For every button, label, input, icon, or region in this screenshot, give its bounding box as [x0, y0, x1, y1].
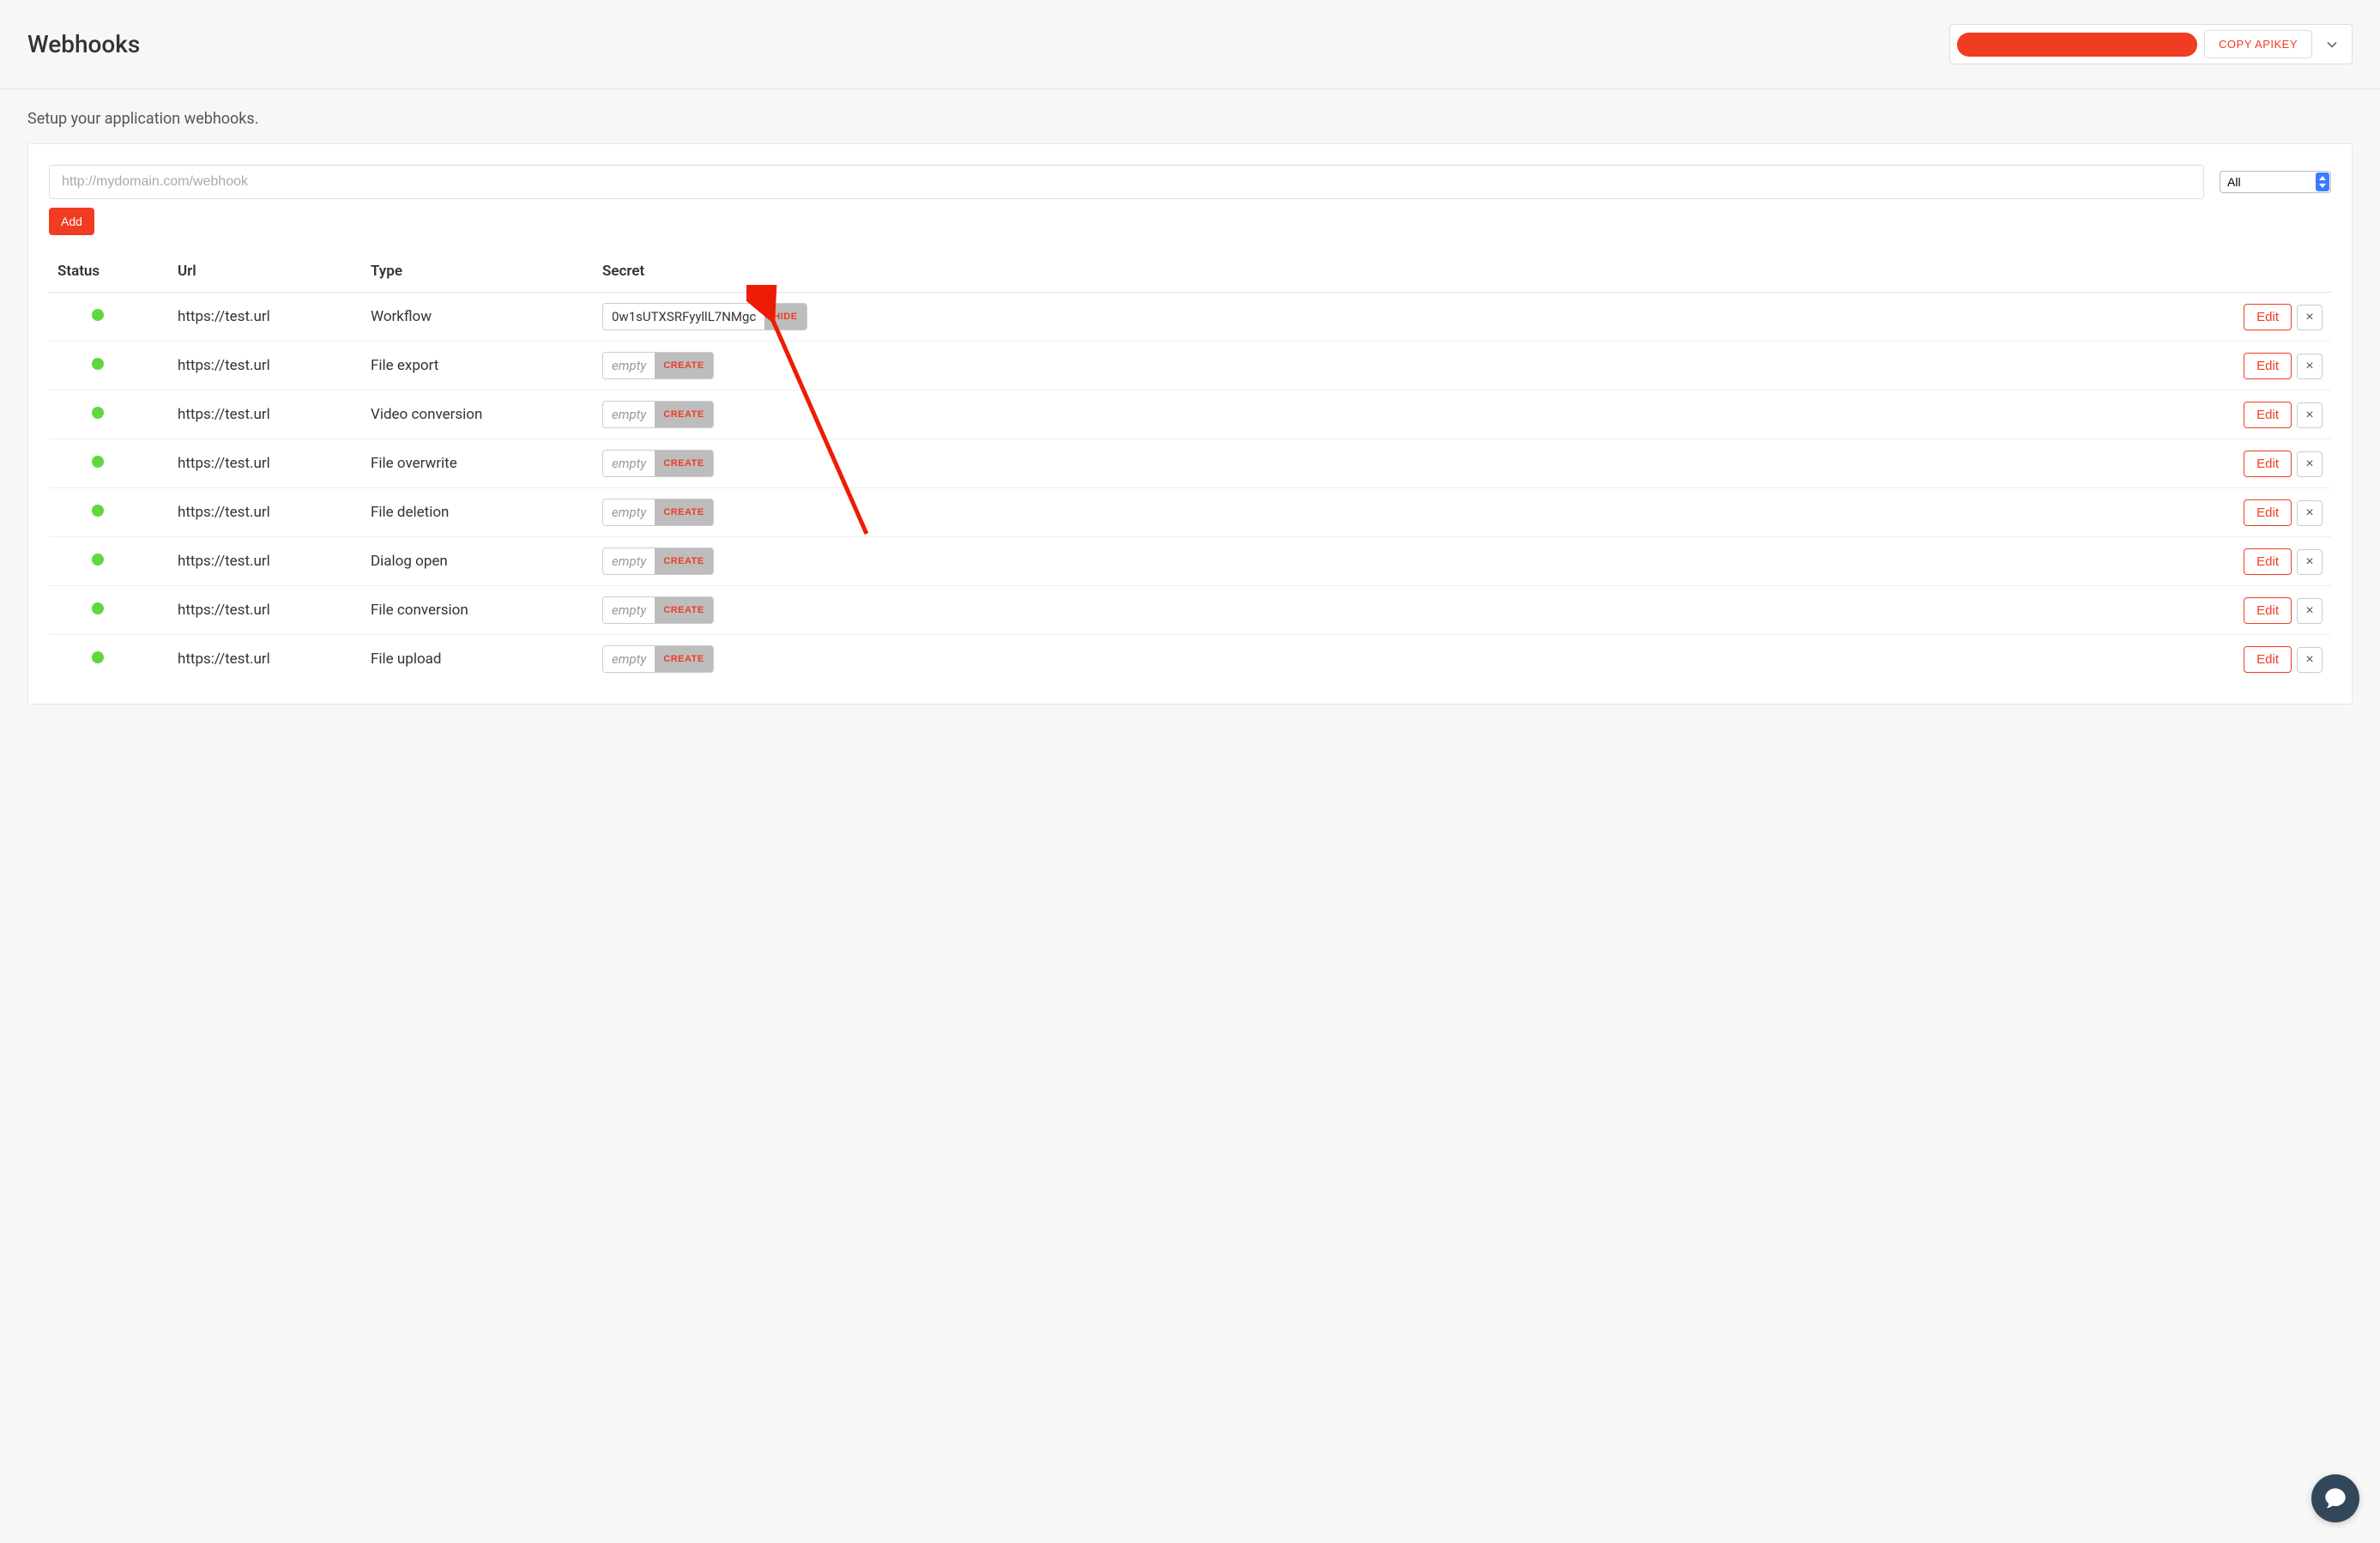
create-secret-button[interactable]: CREATE	[655, 402, 712, 427]
secret-group: emptyCREATE	[602, 596, 714, 624]
table-row: https://test.urlDialog open emptyCREATE Ed…	[49, 537, 2331, 586]
delete-button[interactable]: ×	[2297, 549, 2323, 575]
apikey-masked-pill	[1957, 33, 2197, 57]
row-url: https://test.url	[169, 293, 362, 342]
edit-button[interactable]: Edit	[2244, 499, 2292, 526]
secret-group: emptyCREATE	[602, 548, 714, 575]
row-url: https://test.url	[169, 586, 362, 635]
status-dot	[92, 407, 104, 419]
row-type: Video conversion	[362, 390, 594, 439]
col-type: Type	[362, 251, 594, 293]
chat-icon	[2323, 1486, 2347, 1510]
edit-button[interactable]: Edit	[2244, 597, 2292, 624]
edit-button[interactable]: Edit	[2244, 402, 2292, 428]
create-secret-button[interactable]: CREATE	[655, 353, 712, 378]
col-secret: Secret	[594, 251, 2194, 293]
secret-value: empty	[603, 402, 655, 427]
secret-group: emptyCREATE	[602, 352, 714, 379]
col-status: Status	[49, 251, 169, 293]
row-type: File upload	[362, 635, 594, 684]
secret-value: empty	[603, 646, 655, 672]
status-dot	[92, 505, 104, 517]
webhook-url-input[interactable]	[49, 165, 2204, 199]
row-type: File overwrite	[362, 439, 594, 488]
secret-value: 0w1sUTXSRFyyllL7NMgc	[603, 304, 764, 330]
row-type: File deletion	[362, 488, 594, 537]
create-secret-button[interactable]: CREATE	[655, 597, 712, 623]
edit-button[interactable]: Edit	[2244, 646, 2292, 673]
col-url: Url	[169, 251, 362, 293]
status-dot	[92, 309, 104, 321]
apikey-group: COPY APIKEY	[1949, 24, 2353, 64]
delete-button[interactable]: ×	[2297, 451, 2323, 477]
row-type: File conversion	[362, 586, 594, 635]
table-row: https://test.urlFile conversion emptyCREA…	[49, 586, 2331, 635]
status-dot	[92, 554, 104, 566]
delete-button[interactable]: ×	[2297, 305, 2323, 330]
edit-button[interactable]: Edit	[2244, 353, 2292, 379]
table-row: https://test.urlFile export emptyCREATE Ed…	[49, 342, 2331, 390]
create-secret-button[interactable]: CREATE	[655, 646, 712, 672]
secret-value: empty	[603, 548, 655, 574]
table-row: https://test.urlWorkflow 0w1sUTXSRFyyllL7…	[49, 293, 2331, 342]
delete-button[interactable]: ×	[2297, 647, 2323, 673]
copy-apikey-button[interactable]: COPY APIKEY	[2204, 30, 2312, 58]
webhooks-card: All Add Status Url Type Secret https://t…	[27, 143, 2353, 705]
secret-group: emptyCREATE	[602, 401, 714, 428]
table-row: https://test.urlFile deletion emptyCREATE…	[49, 488, 2331, 537]
page-subtitle: Setup your application webhooks.	[0, 89, 2380, 143]
row-type: Dialog open	[362, 537, 594, 586]
secret-group: emptyCREATE	[602, 645, 714, 673]
hide-secret-button[interactable]: HIDE	[764, 304, 806, 330]
create-secret-button[interactable]: CREATE	[655, 548, 712, 574]
secret-value: empty	[603, 597, 655, 623]
secret-value: empty	[603, 353, 655, 378]
edit-button[interactable]: Edit	[2244, 304, 2292, 330]
status-dot	[92, 651, 104, 663]
chevron-down-icon	[2327, 41, 2337, 48]
webhook-type-select[interactable]: All	[2220, 171, 2331, 193]
row-url: https://test.url	[169, 439, 362, 488]
delete-button[interactable]: ×	[2297, 354, 2323, 379]
secret-group: emptyCREATE	[602, 499, 714, 526]
webhooks-table: Status Url Type Secret https://test.urlW…	[49, 251, 2331, 683]
page-title: Webhooks	[27, 30, 140, 58]
edit-button[interactable]: Edit	[2244, 451, 2292, 477]
table-row: https://test.urlFile upload emptyCREATE Ed…	[49, 635, 2331, 684]
row-type: Workflow	[362, 293, 594, 342]
delete-button[interactable]: ×	[2297, 402, 2323, 428]
edit-button[interactable]: Edit	[2244, 548, 2292, 575]
row-url: https://test.url	[169, 537, 362, 586]
row-url: https://test.url	[169, 342, 362, 390]
add-button[interactable]: Add	[49, 208, 94, 235]
secret-group: emptyCREATE	[602, 450, 714, 477]
row-type: File export	[362, 342, 594, 390]
chat-widget-button[interactable]	[2311, 1474, 2359, 1522]
row-url: https://test.url	[169, 390, 362, 439]
table-row: https://test.urlVideo conversion emptyCRE…	[49, 390, 2331, 439]
apikey-dropdown-toggle[interactable]	[2319, 41, 2345, 48]
create-secret-button[interactable]: CREATE	[655, 499, 712, 525]
secret-group: 0w1sUTXSRFyyllL7NMgcHIDE	[602, 303, 807, 330]
row-url: https://test.url	[169, 488, 362, 537]
row-url: https://test.url	[169, 635, 362, 684]
table-row: https://test.urlFile overwrite emptyCREAT…	[49, 439, 2331, 488]
status-dot	[92, 456, 104, 468]
secret-value: empty	[603, 451, 655, 476]
secret-value: empty	[603, 499, 655, 525]
delete-button[interactable]: ×	[2297, 500, 2323, 526]
status-dot	[92, 602, 104, 614]
status-dot	[92, 358, 104, 370]
delete-button[interactable]: ×	[2297, 598, 2323, 624]
create-secret-button[interactable]: CREATE	[655, 451, 712, 476]
